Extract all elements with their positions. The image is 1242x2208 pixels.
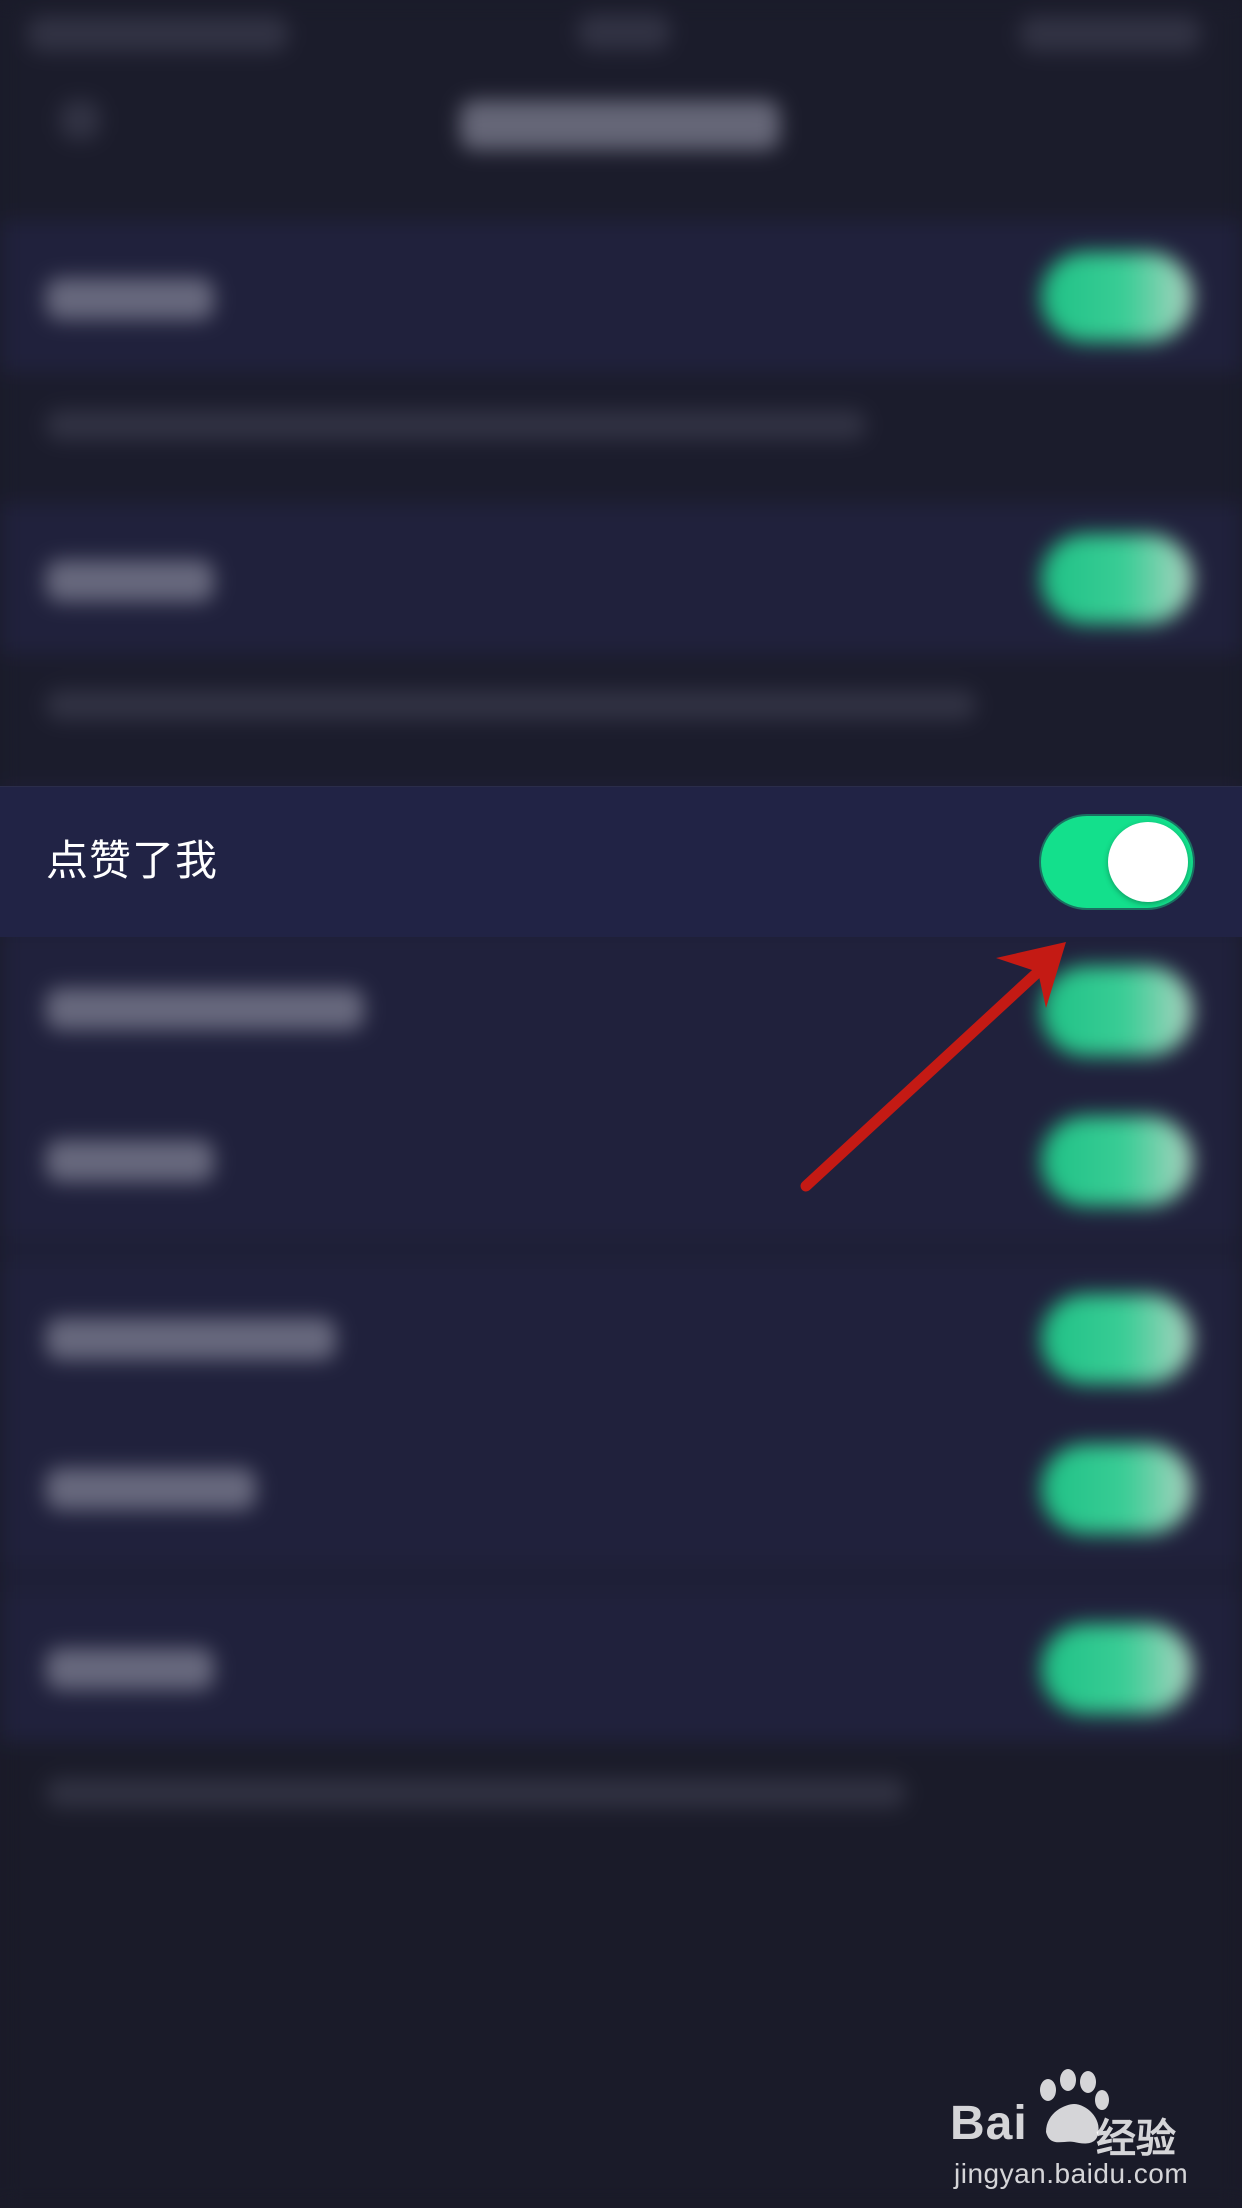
blurred-footer-description [46, 1778, 906, 1808]
setting-row-liked-me: 点赞了我 [0, 786, 1242, 937]
blurred-description [46, 690, 976, 720]
baidu-jingyan-watermark: Bai 经验 jingyan.baidu.com [950, 2068, 1230, 2189]
blurred-toggle [1041, 966, 1193, 1056]
watermark-brand: Bai [950, 2097, 1028, 2150]
blurred-row-label [46, 1648, 214, 1690]
blurred-page-title [460, 100, 780, 150]
blurred-toggle [1041, 1294, 1193, 1384]
blurred-status-bar-center [578, 14, 670, 50]
blurred-row-label [46, 560, 214, 602]
blurred-status-bar-left [28, 16, 288, 52]
liked-me-toggle[interactable] [1041, 816, 1193, 908]
setting-label: 点赞了我 [46, 836, 219, 885]
toggle-knob [1108, 822, 1188, 902]
blurred-toggle [1041, 1444, 1193, 1534]
blurred-row-label [46, 1318, 336, 1360]
blurred-row-label [46, 1140, 214, 1182]
blurred-toggle [1041, 1624, 1193, 1714]
blurred-toggle [1041, 534, 1193, 624]
blurred-description [46, 410, 866, 440]
watermark-url: jingyan.baidu.com [954, 2158, 1189, 2189]
blurred-background [0, 0, 1242, 2208]
blurred-row-label [46, 988, 364, 1030]
blurred-status-bar-right [1020, 16, 1200, 52]
blurred-back-icon [60, 100, 100, 140]
blurred-row-label [46, 278, 214, 320]
blurred-row-label [46, 1468, 256, 1510]
blurred-toggle [1041, 252, 1193, 342]
blurred-toggle [1041, 1116, 1193, 1206]
blurred-description-area [0, 654, 1242, 786]
watermark-brand-cn: 经验 [1096, 2116, 1176, 2162]
